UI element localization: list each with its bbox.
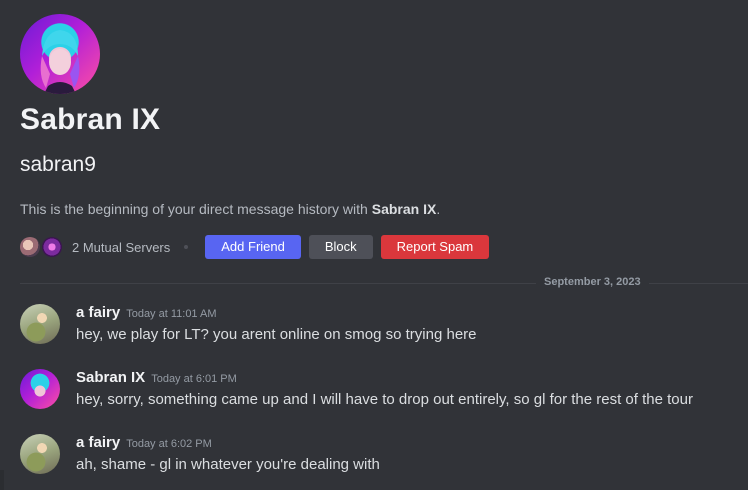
message[interactable]: Sabran IX Today at 6:01 PM hey, sorry, so… [20, 369, 748, 415]
mutual-servers-link[interactable]: 2 Mutual Servers [72, 240, 170, 255]
mutual-server-icon[interactable] [20, 237, 40, 257]
scroll-edge [0, 470, 4, 490]
message-timestamp: Today at 6:02 PM [126, 438, 212, 450]
message-timestamp: Today at 6:01 PM [151, 373, 237, 385]
intro-prefix: This is the beginning of your direct mes… [20, 201, 372, 217]
profile-actions: 2 Mutual Servers Add Friend Block Report… [20, 235, 490, 259]
profile-username: sabran9 [20, 153, 96, 176]
report-spam-button[interactable]: Report Spam [380, 235, 490, 259]
block-button[interactable]: Block [308, 235, 373, 259]
message-author[interactable]: Sabran IX [76, 369, 145, 386]
message-content: hey, we play for LT? you arent online on… [76, 326, 477, 343]
message-author[interactable]: a fairy [76, 304, 120, 321]
message-avatar[interactable] [20, 434, 60, 474]
message-header: a fairy Today at 11:01 AM [76, 304, 217, 322]
date-divider-label: September 3, 2023 [536, 276, 649, 288]
message-header: Sabran IX Today at 6:01 PM [76, 369, 237, 387]
message[interactable]: a fairy Today at 11:01 AM hey, we play fo… [20, 304, 748, 350]
add-friend-button[interactable]: Add Friend [205, 235, 301, 259]
message-timestamp: Today at 11:01 AM [126, 308, 217, 320]
separator-dot [184, 245, 189, 249]
message-content: hey, sorry, something came up and I will… [76, 391, 693, 408]
profile-avatar[interactable] [20, 14, 100, 94]
intro-name: Sabran IX [371, 201, 437, 217]
mutual-server-icon[interactable] [42, 237, 62, 257]
profile-display-name: Sabran IX [20, 103, 161, 136]
message-author[interactable]: a fairy [76, 434, 120, 451]
intro-suffix: . [436, 201, 441, 217]
dm-intro-text: This is the beginning of your direct mes… [20, 201, 440, 217]
message[interactable]: a fairy Today at 6:02 PM ah, shame - gl i… [20, 434, 748, 480]
message-header: a fairy Today at 6:02 PM [76, 434, 212, 452]
message-content: ah, shame - gl in whatever you're dealin… [76, 456, 380, 473]
message-avatar[interactable] [20, 304, 60, 344]
message-avatar[interactable] [20, 369, 60, 409]
